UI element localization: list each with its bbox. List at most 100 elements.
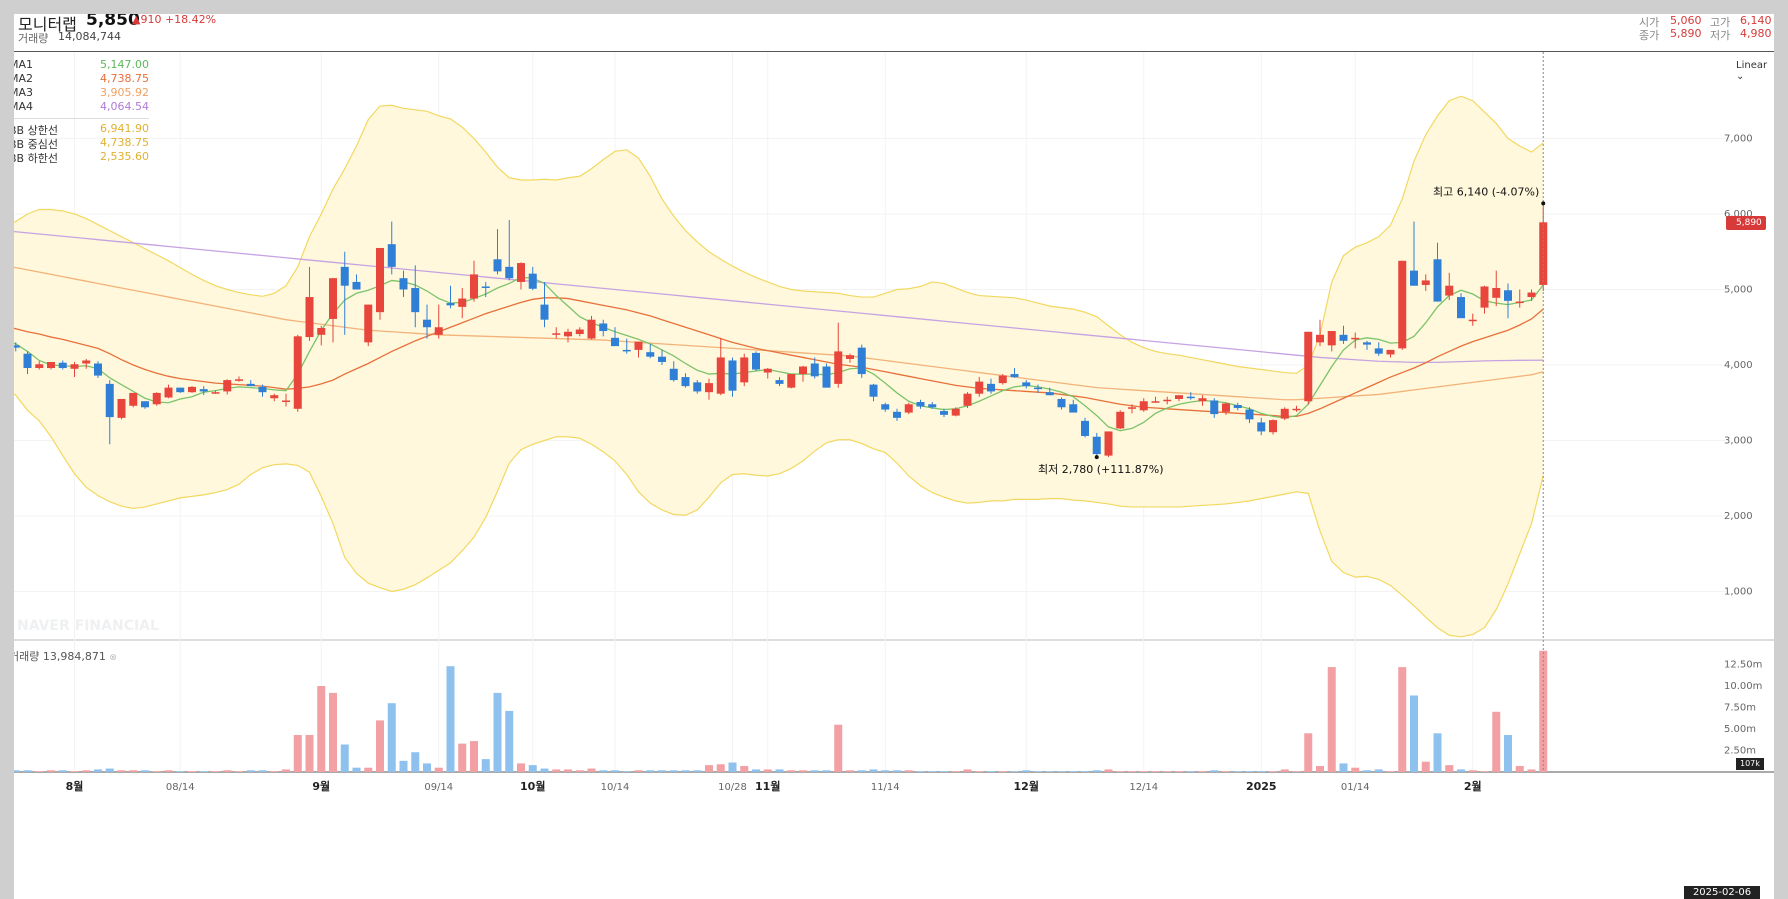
candle-body	[728, 360, 737, 391]
candle-body	[1339, 334, 1348, 341]
volume-bar	[434, 767, 443, 772]
volume-bar	[1339, 763, 1348, 772]
candle-body	[152, 392, 161, 405]
volume-bar	[282, 769, 290, 772]
volume-bar	[47, 770, 55, 772]
candle-body	[752, 352, 760, 370]
candle-body	[434, 327, 443, 335]
low-annotation: 최저 2,780 (+111.87%)	[1038, 463, 1163, 476]
volume-bar	[1433, 733, 1442, 772]
legend-divider	[14, 118, 149, 119]
candle-body	[1351, 337, 1360, 340]
x-tick-label: 12월	[1014, 779, 1039, 793]
volume-tick-label: 12.50m	[1724, 660, 1762, 671]
candle-body	[1139, 401, 1148, 411]
candle-body	[1186, 396, 1195, 399]
volume-bar	[740, 765, 749, 772]
candle-body	[1292, 408, 1301, 411]
scale-mode-toggle[interactable]: Linear ⌄	[1736, 60, 1774, 82]
volume-bar	[117, 770, 126, 772]
volume-bar	[141, 770, 149, 772]
candle-body	[188, 386, 196, 393]
volume-bar	[1304, 733, 1313, 772]
candle-body	[740, 357, 749, 383]
volume-bar	[869, 769, 878, 772]
candle-body	[787, 374, 796, 388]
y-tick-label: 5,000	[1724, 285, 1753, 296]
volume-bar	[164, 770, 173, 772]
volume-bar	[1374, 769, 1383, 772]
volume-bar	[423, 763, 431, 772]
candle-body	[270, 395, 279, 399]
volume-bar	[611, 770, 619, 772]
candle-body	[1081, 420, 1089, 436]
candle-body	[305, 297, 314, 338]
candle-body	[1175, 395, 1183, 399]
candle-body	[1327, 331, 1336, 346]
price-chart[interactable]: 7,0006,0005,0004,0003,0002,0001,00012.50…	[14, 14, 1774, 899]
volume-bar	[387, 703, 396, 772]
candle-body	[411, 287, 420, 313]
volume-bar	[1186, 771, 1195, 772]
candle-body	[1010, 374, 1019, 378]
candle-body	[364, 304, 373, 343]
volume-bar	[916, 771, 925, 772]
x-tick-label: 08/14	[166, 782, 195, 793]
candle-body	[458, 298, 467, 307]
candle-body	[1374, 348, 1383, 354]
candle-body	[1527, 292, 1536, 298]
candle-body	[340, 266, 349, 286]
candle-body	[35, 364, 44, 369]
candle-body	[1045, 392, 1054, 396]
volume-bar	[305, 735, 314, 772]
candle-body	[47, 361, 55, 369]
candle-body	[622, 349, 631, 352]
volume-bar	[669, 770, 678, 772]
candle-body	[552, 333, 561, 335]
candle-body	[493, 259, 502, 272]
legend-bb-lower: BB 하한선2,535.60	[14, 150, 149, 165]
volume-bar	[1222, 771, 1230, 772]
high-annotation: 최고 6,140 (-4.07%)	[1433, 185, 1539, 198]
candle-body	[1104, 431, 1113, 456]
volume-bar	[23, 770, 32, 772]
volume-bar	[1010, 771, 1019, 772]
x-tick-label: 8월	[66, 779, 84, 793]
volume-bar	[211, 771, 220, 772]
volume-bar	[1445, 765, 1454, 772]
volume-bar	[763, 769, 772, 772]
volume-bar	[893, 770, 901, 772]
volume-bar	[14, 770, 20, 772]
volume-bar	[998, 771, 1007, 772]
candle-body	[58, 362, 67, 369]
volume-bar	[1386, 771, 1395, 772]
candle-body	[975, 381, 984, 394]
candle-body	[705, 383, 713, 393]
volume-bar	[951, 771, 960, 772]
volume-bar	[317, 686, 326, 772]
candle-body	[1492, 287, 1501, 298]
volume-bar	[705, 765, 713, 772]
candle-body	[117, 398, 126, 418]
close-icon[interactable]: ⊗	[109, 653, 117, 663]
candle-body	[658, 356, 666, 362]
y-tick-label: 2,000	[1724, 511, 1753, 522]
volume-bar	[470, 741, 478, 772]
candle-body	[23, 353, 32, 369]
volume-bar	[1292, 771, 1301, 772]
candle-body	[399, 278, 408, 290]
volume-bar	[822, 770, 831, 772]
volume-bar	[1139, 771, 1148, 772]
volume-bar	[1269, 771, 1277, 772]
candle-body	[834, 351, 843, 384]
candle-body	[1069, 404, 1078, 413]
candle-body	[528, 273, 537, 289]
x-tick-label: 2025	[1246, 780, 1277, 793]
volume-bar	[35, 771, 44, 772]
volume-bar	[1069, 771, 1078, 772]
volume-bar	[1398, 667, 1407, 772]
candle-body	[681, 377, 690, 387]
current-volume-badge: 107k	[1736, 758, 1764, 770]
y-tick-label: 4,000	[1724, 360, 1753, 371]
volume-bar	[1280, 769, 1289, 772]
